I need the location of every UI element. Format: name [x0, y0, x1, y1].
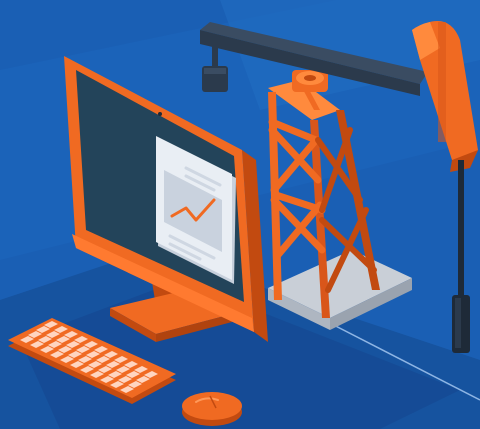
mouse-icon — [182, 392, 242, 426]
illustration-scene — [0, 0, 480, 429]
illustration-canvas — [0, 0, 480, 429]
